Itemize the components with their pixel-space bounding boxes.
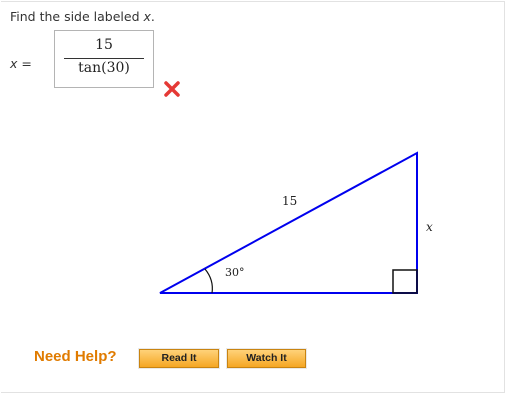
side-label: x [426, 220, 433, 234]
watch-it-button[interactable]: Watch It [226, 348, 307, 369]
read-it-button[interactable]: Read It [138, 348, 220, 369]
angle-label: 30° [225, 266, 245, 279]
triangle-shape [159, 151, 418, 294]
need-help-label: Need Help? [34, 348, 117, 365]
angle-arc [204, 268, 213, 294]
right-angle-marker [392, 269, 418, 294]
hypotenuse-label: 15 [282, 194, 297, 208]
